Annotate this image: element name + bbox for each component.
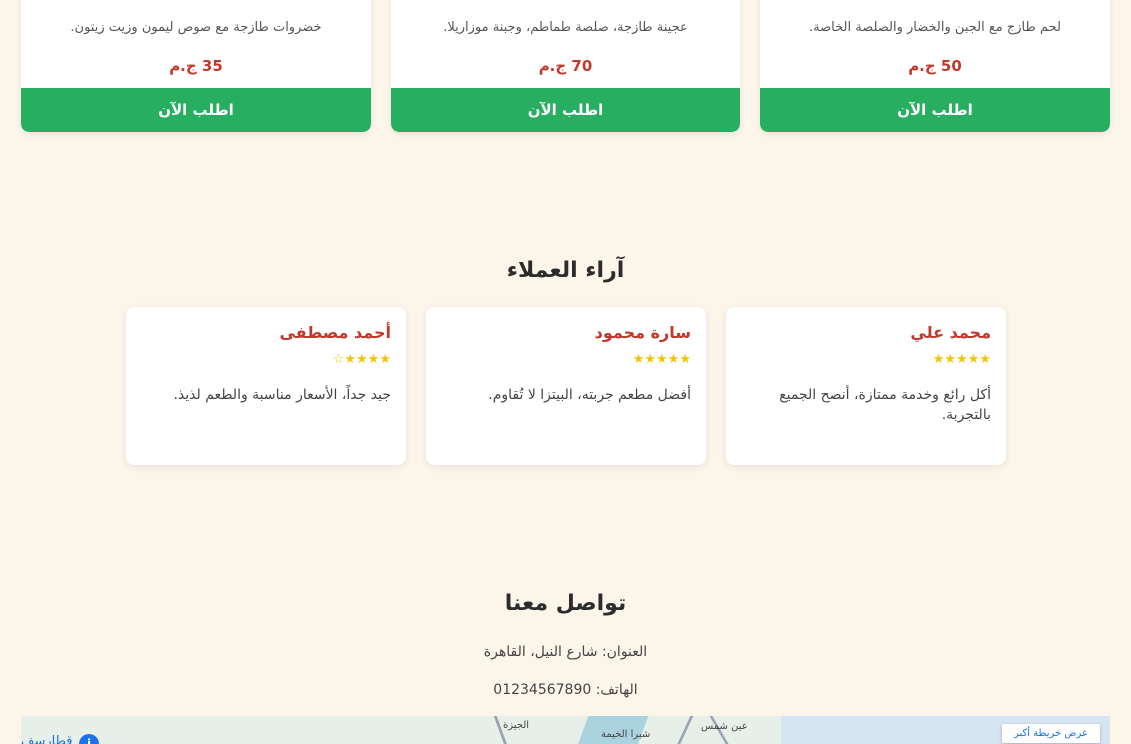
menu-card: خضروات طازجة مع صوص ليمون وزيت زيتون. 35…: [21, 0, 371, 132]
menu-item-description: لحم طازج مع الجبن والخضار والصلصة الخاصة…: [809, 20, 1061, 35]
order-now-button[interactable]: اطلب الآن: [760, 88, 1110, 132]
view-larger-map-button[interactable]: عرض خريطة أكبر: [1001, 724, 1100, 743]
order-now-button[interactable]: اطلب الآن: [21, 88, 371, 132]
reviewer-name: أحمد مصطفى: [279, 323, 391, 342]
menu-item-price: 70 ج.م: [538, 57, 593, 75]
map-label-shubra: شبرا الخيمة: [601, 729, 651, 740]
review-card: محمد علي ★★★★★ أكل رائع وخدمة ممتازة، أن…: [726, 307, 1006, 465]
menu-card: لحم طازج مع الجبن والخضار والصلصة الخاصة…: [760, 0, 1110, 132]
contact-title: تواصل معنا: [504, 591, 627, 616]
menu-item-price: 35 ج.م: [169, 57, 223, 75]
embedded-map[interactable]: عين شمس شبرا الخيمة الجيزة عرض خريطة أكب…: [21, 716, 1110, 744]
rating-stars: ★★★★☆: [332, 352, 391, 367]
info-icon[interactable]: i: [79, 734, 99, 744]
map-road: [671, 716, 694, 744]
map-place-label[interactable]: قطارسف: [21, 734, 72, 744]
review-text: أفضل مطعم جربته، البيتزا لا تُقاوم.: [488, 387, 691, 403]
review-card: أحمد مصطفى ★★★★☆ جيد جداً، الأسعار مناسب…: [126, 307, 406, 465]
menu-item-description: خضروات طازجة مع صوص ليمون وزيت زيتون.: [70, 20, 322, 35]
rating-stars: ★★★★★: [632, 352, 691, 367]
menu-item-description: عجينة طازجة، صلصة طماطم، وجبنة موزاريلا.: [443, 20, 688, 35]
rating-stars: ★★★★★: [932, 352, 991, 367]
reviews-title: آراء العملاء: [506, 258, 625, 283]
map-label-giza: الجيزة: [503, 720, 530, 731]
contact-address: العنوان: شارع النيل، القاهرة: [483, 644, 648, 660]
review-text: جيد جداً، الأسعار مناسبة والطعم لذيذ.: [173, 387, 391, 403]
order-now-button[interactable]: اطلب الآن: [391, 88, 740, 132]
menu-item-price: 50 ج.م: [908, 57, 962, 75]
review-text: أكل رائع وخدمة ممتازة، أنصح الجميع بالتج…: [779, 387, 991, 423]
contact-phone: الهاتف: 01234567890: [493, 682, 638, 698]
menu-card: عجينة طازجة، صلصة طماطم، وجبنة موزاريلا.…: [391, 0, 740, 132]
reviewer-name: محمد علي: [910, 323, 991, 342]
map-label-ain-shams: عين شمس: [701, 721, 748, 732]
review-card: سارة محمود ★★★★★ أفضل مطعم جربته، البيتز…: [426, 307, 706, 465]
menu-cards: لحم طازج مع الجبن والخضار والصلصة الخاصة…: [0, 0, 1131, 132]
reviewer-name: سارة محمود: [594, 323, 691, 342]
